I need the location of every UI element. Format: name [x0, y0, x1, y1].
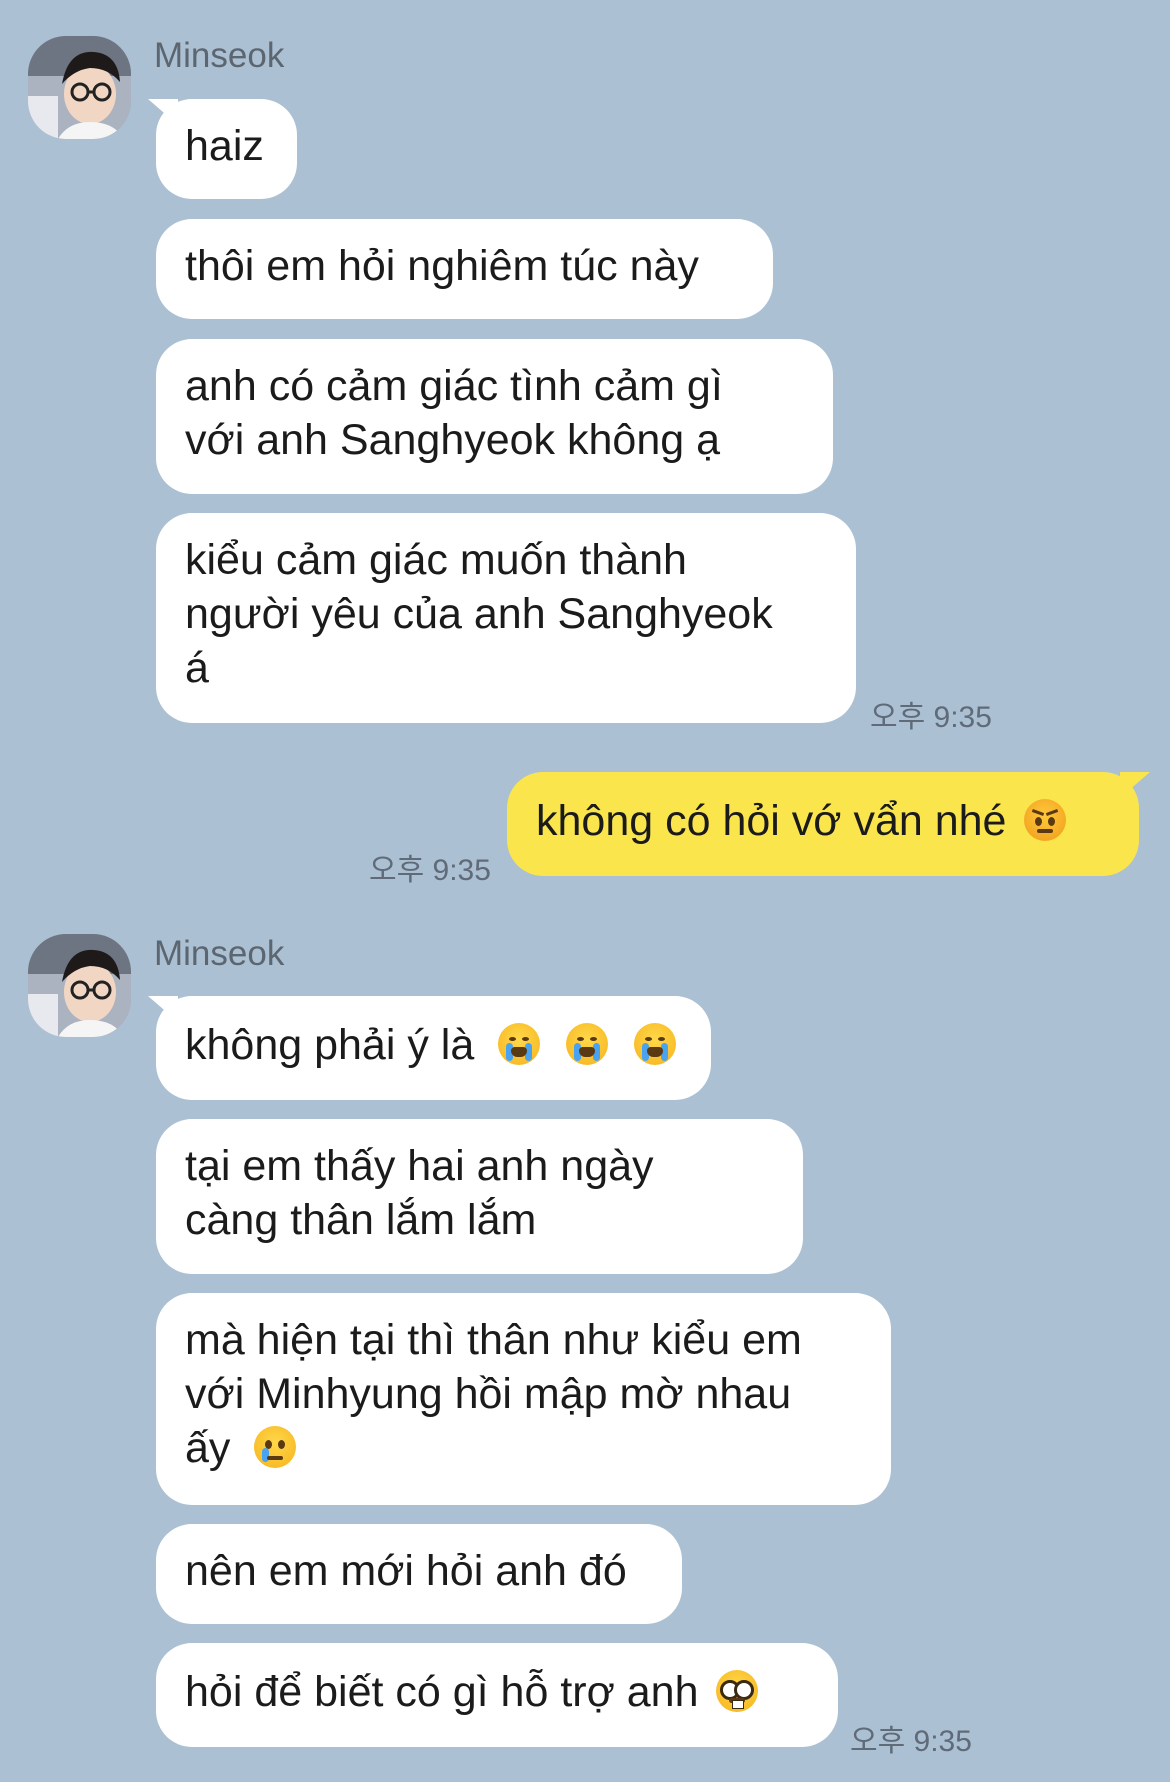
avatar[interactable]: [28, 36, 131, 139]
message-bubble[interactable]: mà hiện tại thì thân như kiểu em với Min…: [156, 1293, 891, 1505]
crying-face-emoji: [254, 1426, 297, 1468]
message-text: tại em thấy hai anh ngày: [185, 1142, 654, 1190]
loudly-crying-face-emoji: [634, 1023, 677, 1065]
message-text: á: [185, 644, 209, 692]
message-text: hỏi để biết có gì hỗ trợ anh: [185, 1668, 699, 1716]
loudly-crying-face-emoji: [498, 1023, 541, 1065]
message-bubble[interactable]: kiểu cảm giác muốn thành người yêu của a…: [156, 513, 856, 723]
message-text: với anh Sanghyeok không ạ: [185, 416, 721, 464]
angry-face-emoji: [1024, 799, 1067, 841]
message-bubble[interactable]: hỏi để biết có gì hỗ trợ anh: [156, 1643, 838, 1747]
my-message-bubble[interactable]: không có hỏi vớ vẩn nhé: [507, 772, 1139, 876]
nerd-face-emoji: [716, 1670, 759, 1712]
bubble-tail: [1120, 772, 1150, 798]
message-text: không có hỏi vớ vẩn nhé: [536, 797, 1007, 845]
message-text: với Minhyung hồi mập mờ nhau: [185, 1370, 792, 1418]
message-text: thôi em hỏi nghiêm túc này: [185, 242, 699, 290]
message-bubble[interactable]: không phải ý là: [156, 996, 711, 1100]
message-text: haiz: [185, 122, 264, 170]
message-timestamp: 오후 9:35: [850, 1725, 972, 1758]
message-bubble[interactable]: thôi em hỏi nghiêm túc này: [156, 219, 773, 319]
message-timestamp: 오후 9:35: [870, 701, 992, 734]
message-text: kiểu cảm giác muốn thành: [185, 536, 687, 584]
message-text: càng thân lắm lắm: [185, 1196, 537, 1244]
sender-name: Minseok: [154, 36, 285, 75]
message-text: nên em mới hỏi anh đó: [185, 1547, 627, 1595]
message-bubble[interactable]: anh có cảm giác tình cảm gì với anh Sang…: [156, 339, 833, 494]
message-bubble[interactable]: nên em mới hỏi anh đó: [156, 1524, 682, 1624]
loudly-crying-face-emoji: [566, 1023, 609, 1065]
message-bubble[interactable]: haiz: [156, 99, 297, 199]
sender-name: Minseok: [154, 934, 285, 973]
message-text: anh có cảm giác tình cảm gì: [185, 362, 723, 410]
avatar[interactable]: [28, 934, 131, 1037]
message-text: ấy: [185, 1424, 231, 1472]
message-text: người yêu của anh Sanghyeok: [185, 590, 773, 638]
message-text: mà hiện tại thì thân như kiểu em: [185, 1316, 802, 1364]
message-text: không phải ý là: [185, 1021, 475, 1069]
message-timestamp: 오후 9:35: [369, 854, 491, 887]
message-bubble[interactable]: tại em thấy hai anh ngày càng thân lắm l…: [156, 1119, 803, 1274]
